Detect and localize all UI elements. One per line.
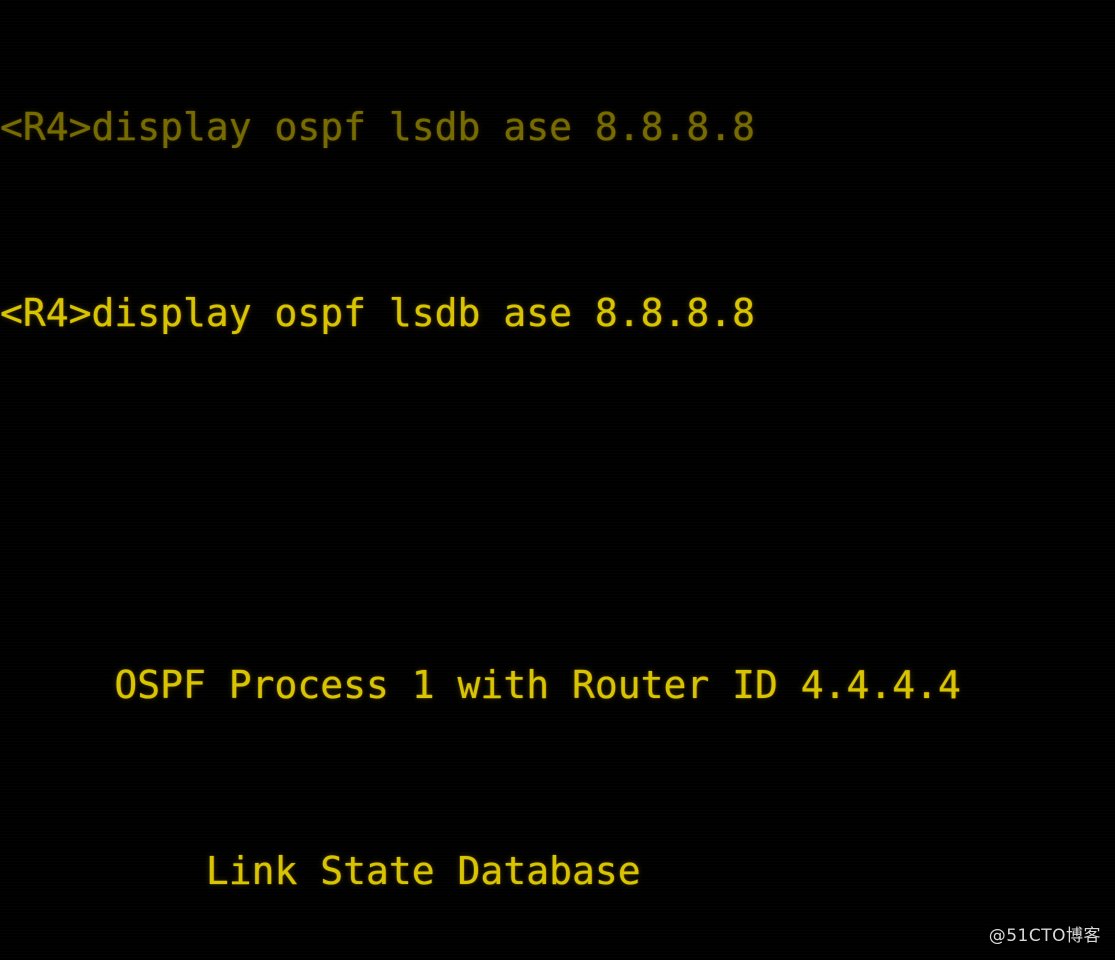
ospf-process-header: OSPF Process 1 with Router ID 4.4.4.4 — [0, 662, 961, 707]
command-prompt-line: <R4>display ospf lsdb ase 8.8.8.8 — [0, 290, 755, 335]
console-output[interactable]: <R4>display ospf lsdb ase 8.8.8.8 <R4>di… — [0, 0, 1115, 960]
link-state-database-header: Link State Database — [0, 848, 641, 893]
scrolled-off-line: <R4>display ospf lsdb ase 8.8.8.8 — [0, 104, 755, 149]
blank-line-1 — [0, 476, 1115, 523]
site-watermark: @51CTO博客 — [988, 926, 1101, 946]
terminal-window[interactable]: <R4>display ospf lsdb ase 8.8.8.8 <R4>di… — [0, 0, 1115, 960]
